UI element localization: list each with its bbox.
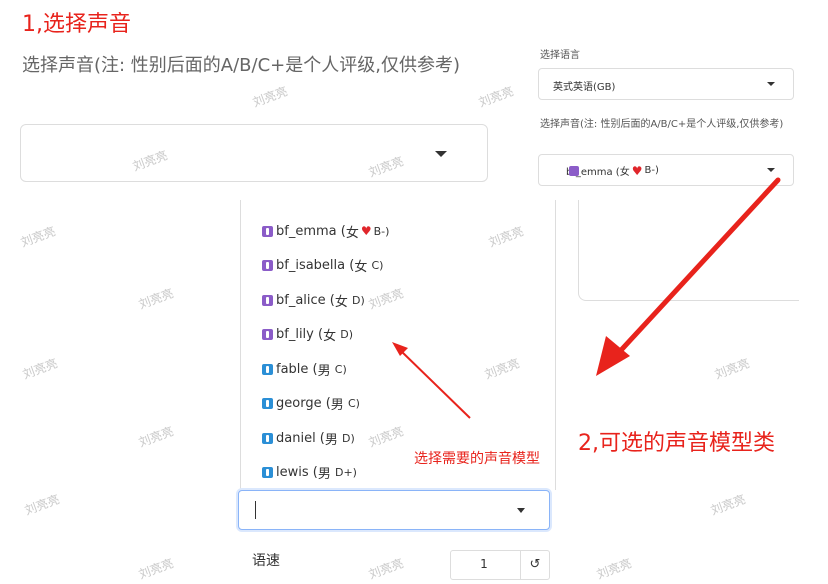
arrow-to-options (596, 177, 781, 376)
arrow-to-pick (392, 342, 471, 419)
annotation-arrows (392, 177, 781, 419)
